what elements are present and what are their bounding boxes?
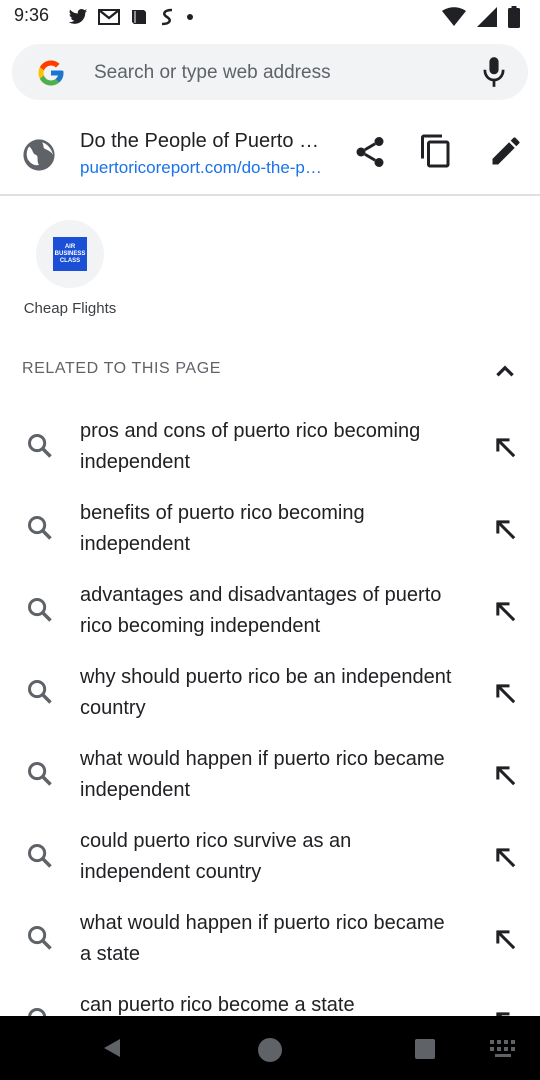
wifi-icon: [442, 7, 466, 26]
current-page-title: Do the People of Puerto Rico Want Indepe…: [80, 130, 330, 152]
suggestion-text: advantages and disadvantages of puerto ri…: [80, 580, 470, 642]
search-icon: [27, 679, 52, 704]
suggestion-text: what would happen if puerto rico became i…: [80, 744, 470, 806]
search-icon: [27, 843, 52, 868]
suggestion-line: independent country: [80, 861, 262, 883]
fill-query-arrow-icon[interactable]: [492, 434, 520, 462]
suggestion-line: independent: [80, 533, 191, 555]
suggestion-text: benefits of puerto rico becoming independ…: [80, 498, 470, 560]
shortcut-tile[interactable]: AIR BUSINESS CLASS Cheap Flights: [14, 220, 126, 330]
recent-apps-icon[interactable]: [414, 1038, 436, 1060]
twitter-icon: [68, 9, 88, 24]
suggestion-item[interactable]: benefits of puerto rico becoming independ…: [0, 496, 540, 578]
suggestion-line: pros and cons of puerto rico becoming: [80, 420, 421, 442]
omnibox[interactable]: [12, 44, 528, 100]
suggestion-item[interactable]: advantages and disadvantages of puerto ri…: [0, 578, 540, 660]
stocks-icon: [161, 8, 173, 26]
suggestion-line: what would happen if puerto rico became: [80, 912, 445, 934]
suggestion-item[interactable]: could puerto rico survive as an independe…: [0, 824, 540, 906]
google-logo-icon: [38, 60, 64, 86]
current-page-row[interactable]: Do the People of Puerto Rico Want Indepe…: [0, 110, 540, 196]
suggestion-line: independent: [80, 451, 191, 473]
suggestion-text: pros and cons of puerto rico becoming ind…: [80, 416, 470, 478]
current-page-url: puertoricoreport.com/do-the-people-of-pu…: [80, 158, 330, 177]
home-icon[interactable]: [256, 1036, 284, 1064]
navigation-bar: [0, 1016, 540, 1080]
fill-query-arrow-icon[interactable]: [492, 762, 520, 790]
suggestion-text: what would happen if puerto rico became a…: [80, 908, 470, 970]
microphone-icon[interactable]: [480, 56, 508, 88]
fill-query-arrow-icon[interactable]: [492, 680, 520, 708]
chevron-up-icon[interactable]: [490, 358, 520, 384]
back-icon[interactable]: [100, 1036, 124, 1060]
fill-query-arrow-icon[interactable]: [492, 598, 520, 626]
suggestion-line: why should puerto rico be an independent: [80, 666, 452, 688]
tile-label: Cheap Flights: [23, 300, 117, 317]
suggestion-line: a state: [80, 943, 141, 965]
fill-query-arrow-icon[interactable]: [492, 516, 520, 544]
suggestion-item[interactable]: pros and cons of puerto rico becoming ind…: [0, 414, 540, 496]
dot-icon: [187, 14, 193, 20]
system-icons: [442, 6, 520, 28]
suggestion-line: advantages and disadvantages of puerto: [80, 584, 442, 606]
share-icon[interactable]: [352, 134, 388, 170]
notification-icons: [68, 7, 194, 27]
suggestion-item[interactable]: why should puerto rico be an independent…: [0, 660, 540, 742]
edit-pencil-icon[interactable]: [488, 132, 524, 170]
suggestion-line: country: [80, 697, 146, 719]
search-input[interactable]: [92, 56, 476, 90]
search-icon: [27, 597, 52, 622]
fill-query-arrow-icon[interactable]: [492, 926, 520, 954]
globe-icon: [23, 139, 55, 171]
suggestion-text: could puerto rico survive as an independe…: [80, 826, 470, 888]
battery-icon: [508, 6, 520, 28]
status-bar: 9:36: [0, 0, 540, 34]
suggestion-line: rico becoming independent: [80, 615, 321, 637]
search-icon: [27, 761, 52, 786]
tile-icon-circle: AIR BUSINESS CLASS: [36, 220, 104, 288]
suggestion-line: could puerto rico survive as an: [80, 830, 352, 852]
search-icon: [27, 515, 52, 540]
suggestion-item[interactable]: what would happen if puerto rico became i…: [0, 742, 540, 824]
search-icon: [27, 433, 52, 458]
suggestion-text: why should puerto rico be an independent…: [80, 662, 470, 724]
suggestion-line: independent: [80, 779, 191, 801]
play-books-icon: [132, 10, 146, 24]
keyboard-icon[interactable]: [490, 1040, 516, 1058]
fill-query-arrow-icon[interactable]: [492, 844, 520, 872]
suggestion-item[interactable]: what would happen if puerto rico became a…: [0, 906, 540, 988]
suggestion-line: benefits of puerto rico becoming: [80, 502, 365, 524]
status-time: 9:36: [14, 5, 50, 25]
related-section-header: RELATED TO THIS PAGE: [22, 360, 222, 377]
air-business-class-logo: AIR BUSINESS CLASS: [53, 237, 87, 271]
suggestion-line: what would happen if puerto rico became: [80, 748, 445, 770]
gmail-icon: [98, 9, 120, 25]
search-icon: [27, 925, 52, 950]
signal-icon: [477, 7, 497, 27]
copy-icon[interactable]: [418, 132, 454, 170]
